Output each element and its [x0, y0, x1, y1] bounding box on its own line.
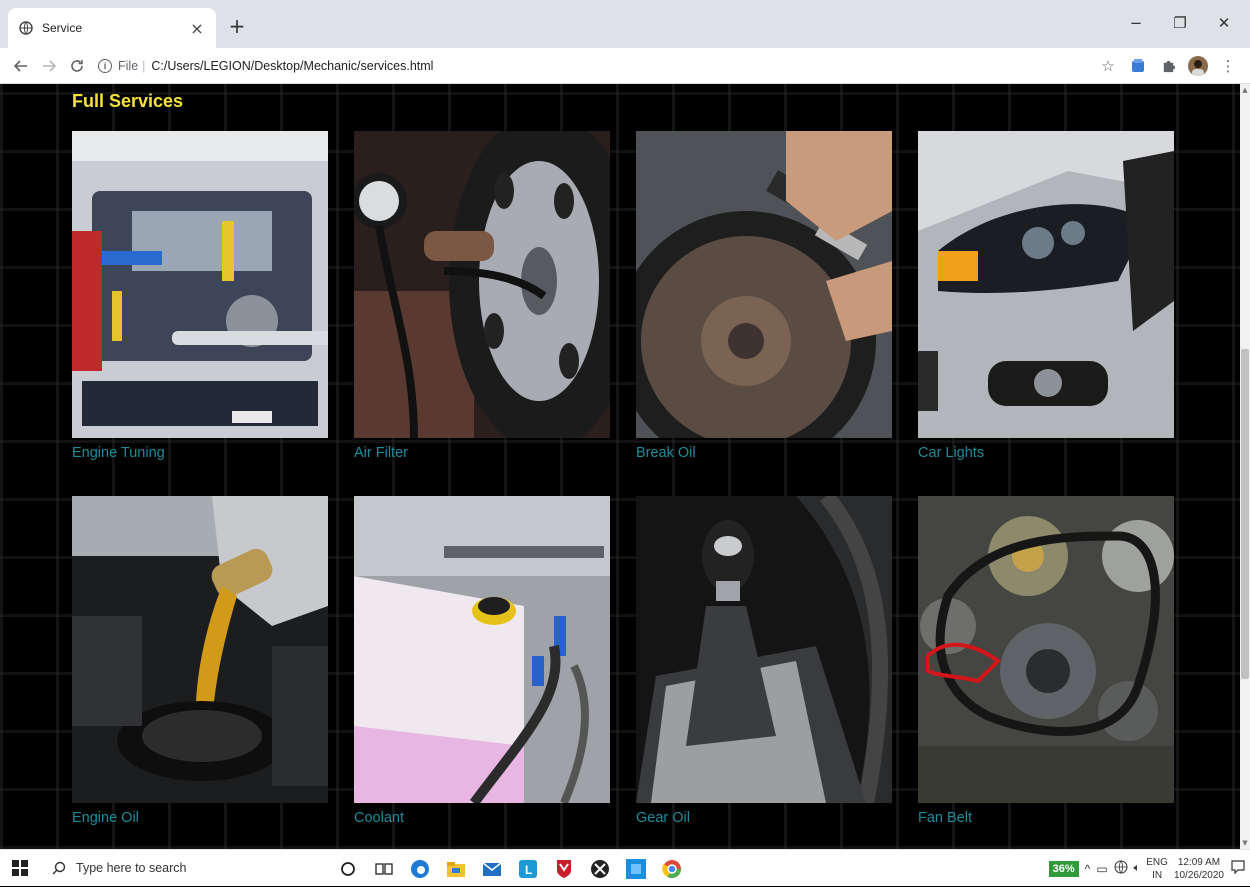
- url-separator: |: [142, 58, 146, 73]
- app-l-icon[interactable]: L: [514, 855, 542, 883]
- extension-icon[interactable]: [1128, 56, 1148, 76]
- info-icon[interactable]: i: [98, 58, 112, 73]
- section-title: Full Services: [72, 91, 184, 111]
- clock[interactable]: 12:09 AM 10/26/2020: [1174, 856, 1224, 882]
- page-scrollbar[interactable]: ▲ ▼: [1240, 84, 1250, 849]
- service-card-car-lights[interactable]: Car Lights: [918, 131, 1174, 461]
- task-view-icon[interactable]: [370, 855, 398, 883]
- service-card-fan-belt[interactable]: Fan Belt: [918, 496, 1174, 826]
- service-card-break-oil[interactable]: Break Oil: [636, 131, 892, 461]
- scroll-thumb[interactable]: [1241, 349, 1249, 679]
- notification-icon[interactable]: [1230, 859, 1246, 878]
- service-image-car-lights: [918, 131, 1174, 438]
- volume-icon[interactable]: 🔈︎: [1134, 862, 1141, 875]
- system-tray: 36% ^ ▭ 🔈︎ ENG IN 12:09 AM 10/26/2020: [1048, 850, 1246, 887]
- language-indicator[interactable]: ENG IN: [1146, 856, 1168, 882]
- service-image-coolant: [354, 496, 610, 803]
- service-card-engine-tuning[interactable]: Engine Tuning: [72, 131, 328, 461]
- browser-toolbar: i File | C:/Users/LEGION/Desktop/Mechani…: [0, 48, 1250, 84]
- reload-button[interactable]: [64, 53, 90, 79]
- clock-date: 10/26/2020: [1173, 869, 1224, 881]
- file-explorer-icon[interactable]: [442, 855, 470, 883]
- taskbar-search-box[interactable]: Type here to search: [40, 850, 330, 887]
- network-icon[interactable]: [1114, 860, 1128, 877]
- service-image-fan-belt: [918, 496, 1174, 803]
- forward-button[interactable]: [36, 53, 62, 79]
- service-image-engine-oil: [72, 496, 328, 803]
- tab-close-button[interactable]: ×: [188, 19, 206, 38]
- url-scheme: File: [118, 58, 139, 73]
- region-code: IN: [1152, 869, 1163, 881]
- cortana-icon[interactable]: [334, 855, 362, 883]
- mcafee-icon[interactable]: [550, 855, 578, 883]
- page-content: Full Services Engine Tuning Air Filter B…: [0, 84, 1240, 849]
- search-placeholder: Type here to search: [76, 861, 187, 875]
- service-image-break-oil: [636, 131, 892, 438]
- arrow-right-icon: [43, 59, 56, 72]
- search-icon: [52, 861, 66, 875]
- service-card-engine-oil[interactable]: Engine Oil: [72, 496, 328, 826]
- menu-kebab-icon[interactable]: ⋮: [1218, 56, 1238, 76]
- battery-indicator[interactable]: 36%: [1048, 860, 1079, 877]
- arrow-left-icon: [14, 59, 27, 72]
- service-label[interactable]: Air Filter: [354, 445, 610, 461]
- maximize-button[interactable]: ❐: [1160, 14, 1200, 32]
- scroll-down-icon[interactable]: ▼: [1240, 837, 1250, 849]
- clock-time: 12:09 AM: [1177, 856, 1221, 868]
- puzzle-piece-icon[interactable]: [1158, 56, 1178, 76]
- new-tab-button[interactable]: +: [224, 14, 250, 40]
- service-label[interactable]: Gear Oil: [636, 810, 892, 826]
- mail-icon[interactable]: [478, 855, 506, 883]
- service-image-air-filter: [354, 131, 610, 438]
- minimize-button[interactable]: −: [1116, 14, 1156, 32]
- chrome-icon[interactable]: [658, 855, 686, 883]
- profile-avatar[interactable]: [1188, 55, 1208, 76]
- url-text: C:/Users/LEGION/Desktop/Mechanic/service…: [151, 58, 434, 73]
- photos-icon[interactable]: [622, 855, 650, 883]
- taskbar-apps: L: [330, 850, 690, 887]
- start-button[interactable]: [0, 850, 40, 887]
- tab-service[interactable]: Service ×: [8, 8, 216, 48]
- service-card-air-filter[interactable]: Air Filter: [354, 131, 610, 461]
- windows-taskbar: Type here to search L 36% ^ ▭ 🔈︎ ENG IN …: [0, 849, 1250, 886]
- svg-text:L: L: [525, 863, 532, 877]
- service-label[interactable]: Break Oil: [636, 445, 892, 461]
- language-code: ENG: [1146, 856, 1168, 868]
- service-card-coolant[interactable]: Coolant: [354, 496, 610, 826]
- service-label[interactable]: Car Lights: [918, 445, 1174, 461]
- windows-logo-icon: [12, 860, 28, 876]
- reload-icon: [71, 59, 83, 72]
- battery-icon[interactable]: ▭: [1096, 862, 1107, 876]
- bookmark-star-icon[interactable]: ☆: [1098, 56, 1118, 76]
- tab-title: Service: [42, 21, 83, 35]
- service-label[interactable]: Engine Oil: [72, 810, 328, 826]
- globe-icon: [18, 20, 34, 36]
- service-card-gear-oil[interactable]: Gear Oil: [636, 496, 892, 826]
- scroll-up-icon[interactable]: ▲: [1240, 84, 1250, 96]
- xbox-icon[interactable]: [586, 855, 614, 883]
- service-label[interactable]: Coolant: [354, 810, 610, 826]
- back-button[interactable]: [8, 53, 34, 79]
- service-label[interactable]: Fan Belt: [918, 810, 1174, 826]
- browser-tab-strip: Service × + − ❐ ✕: [0, 0, 1250, 48]
- close-window-button[interactable]: ✕: [1204, 14, 1244, 32]
- address-bar[interactable]: i File | C:/Users/LEGION/Desktop/Mechani…: [98, 52, 1098, 80]
- edge-browser-icon[interactable]: [406, 855, 434, 883]
- service-image-gear-oil: [636, 496, 892, 803]
- service-label[interactable]: Engine Tuning: [72, 445, 328, 461]
- chevron-up-icon[interactable]: ^: [1085, 862, 1091, 876]
- service-image-engine-tuning: [72, 131, 328, 438]
